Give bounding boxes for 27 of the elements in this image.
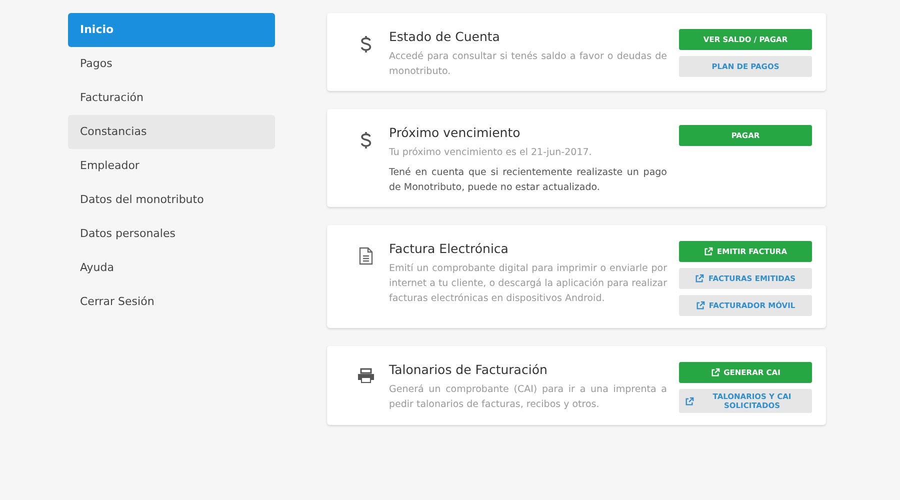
card-description: Tené en cuenta que si recientemente realizaste un pago de Monotributo, puede no estar actualizado. <box>389 166 667 195</box>
card-title: Factura Electrónica <box>389 241 510 256</box>
card-title: Talonarios de Facturación <box>389 362 548 377</box>
sidebar-item[interactable]: Datos personales <box>68 217 275 251</box>
document-icon <box>359 247 373 265</box>
external-link-icon <box>696 301 705 310</box>
sidebar-item[interactable]: Constancias <box>68 115 275 149</box>
card-description: Generá un comprobante (CAI) para ir a una imprenta a pedir talonarios de facturas, recibos y otros. <box>389 383 667 412</box>
card-description: Tu próximo vencimiento es el 21-jun-2017. <box>389 146 593 160</box>
sidebar-item[interactable]: Facturación <box>68 81 275 115</box>
sidebar-item[interactable]: Datos del monotributo <box>68 183 275 217</box>
dollar-icon <box>360 131 372 151</box>
card-title: Estado de Cuenta <box>389 29 501 44</box>
card-description: Accedé para consultar si tenés saldo a favor o deudas de monotributo. <box>389 50 667 79</box>
external-link-icon <box>695 274 704 283</box>
sidebar-item[interactable]: Ayuda <box>68 251 275 285</box>
external-link-icon <box>710 368 720 377</box>
sidebar-item[interactable]: Pagos <box>68 47 275 81</box>
sidebar-item[interactable]: Inicio <box>68 13 275 47</box>
external-link-icon <box>685 396 694 406</box>
sidebar-item[interactable]: Empleador <box>68 149 275 183</box>
card-description: Emití un comprobante digital para imprimir o enviarle por internet a tu cliente, o descargá la aplicación para realizar facturas electrónicas en dispositivos Android. <box>389 262 667 306</box>
card-title: Próximo vencimiento <box>389 125 522 140</box>
external-link-icon <box>704 247 713 256</box>
sidebar-item[interactable]: Cerrar Sesión <box>68 285 275 319</box>
dollar-icon <box>360 35 372 55</box>
printer-icon <box>357 368 375 384</box>
